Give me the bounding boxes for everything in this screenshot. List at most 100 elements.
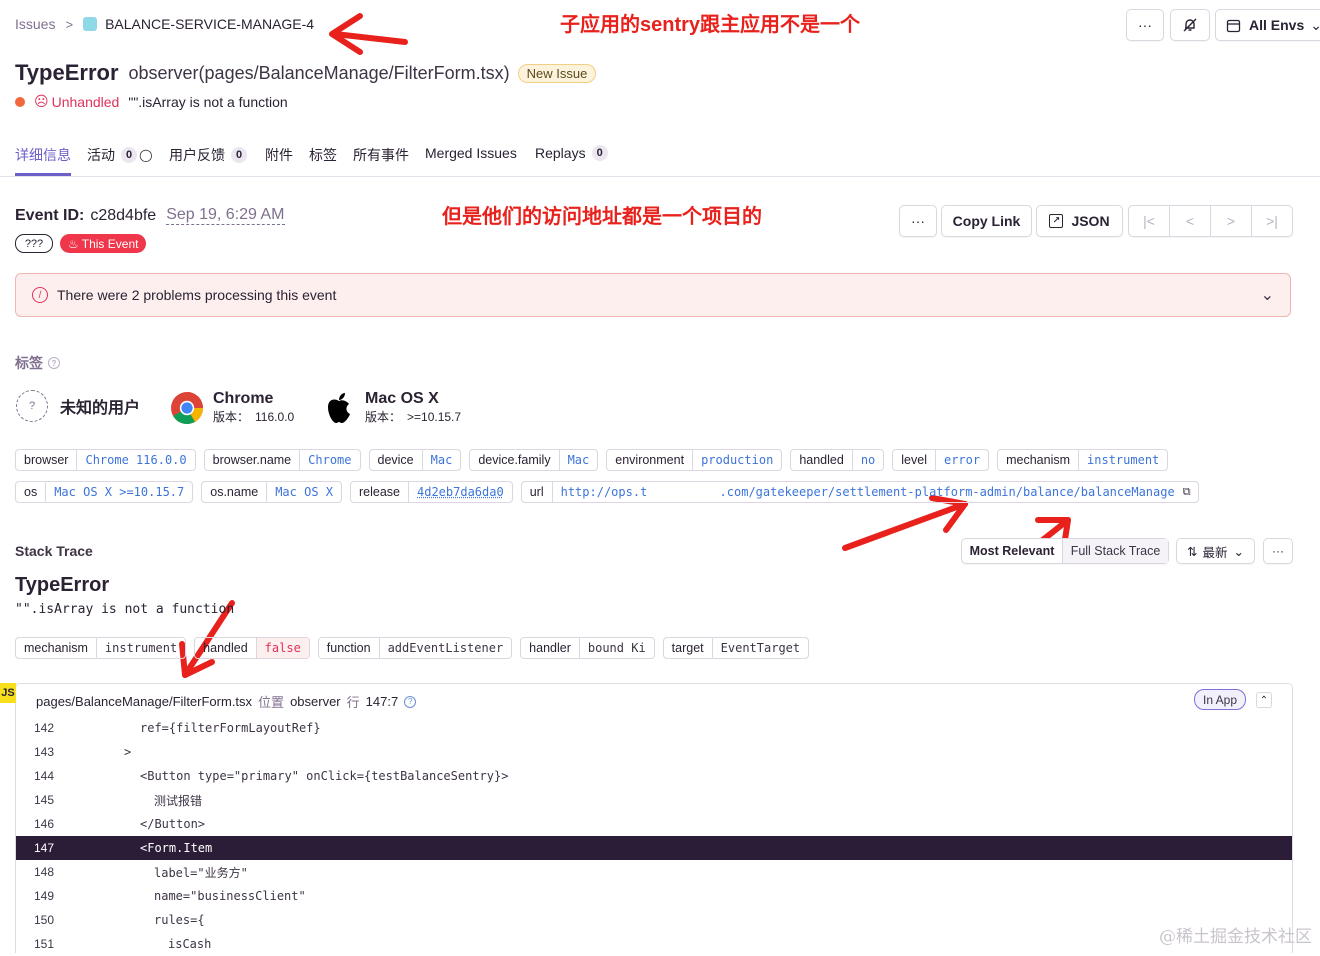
event-id: c28d4bfe	[90, 206, 157, 224]
json-button[interactable]: ↗ JSON	[1036, 205, 1123, 237]
code-line: 143 >	[34, 745, 132, 759]
issue-type: TypeError	[15, 60, 119, 85]
tag-handled[interactable]: handled no	[790, 449, 885, 471]
most-relevant-button[interactable]: Most Relevant	[962, 539, 1063, 563]
status-dot-icon	[15, 96, 25, 107]
last-event-button[interactable]: >|	[1252, 206, 1292, 236]
annotation-middle: 但是他们的访问地址都是一个项目的	[442, 206, 762, 228]
user-context: ? 未知的用户	[16, 390, 140, 422]
annotation-top: 子应用的sentry跟主应用不是一个	[560, 14, 861, 36]
browser-version: 116.0.0	[255, 410, 295, 424]
tag-level[interactable]: level error	[892, 449, 990, 471]
code-line: 142 ref={filterFormLayoutRef}	[34, 721, 321, 735]
os-name: Mac OS X	[365, 390, 439, 407]
exception-value: "".isArray is not a function	[15, 602, 235, 617]
tab-attachments[interactable]: 附件	[265, 145, 293, 165]
chevron-down-icon: ⌄	[1310, 16, 1320, 33]
next-event-button[interactable]: >	[1211, 206, 1252, 236]
unhandled-label: Unhandled	[51, 93, 120, 110]
event-id-row: Event ID: c28d4bfe Sep 19, 6:29 AM	[15, 206, 285, 225]
exception-type: TypeError	[15, 574, 110, 596]
tag-release[interactable]: release 4d2eb7da6da0	[350, 481, 513, 503]
code-line: 145 测试报错	[34, 793, 203, 808]
tag-device-family[interactable]: device.family Mac	[469, 449, 599, 471]
feedback-count: 0	[231, 147, 248, 163]
alert-text: There were 2 problems processing this ev…	[57, 287, 337, 303]
mech-tag-handled: handled false	[194, 637, 310, 659]
bell-off-icon	[1183, 18, 1197, 32]
event-more-button[interactable]: ···	[899, 205, 937, 237]
frame-at-label: 位置	[258, 695, 285, 710]
sort-icon: ⇅	[1187, 544, 1198, 559]
tag-row-2: os Mac OS X >=10.15.7 os.name Mac OS X rel…	[15, 481, 1207, 503]
open-external-icon: ↗	[1049, 214, 1064, 228]
code-line: 148 label="业务方"	[34, 865, 248, 880]
environment-select[interactable]: All Envs ⌄	[1215, 9, 1320, 41]
mech-tag-mechanism: mechanism instrument	[15, 637, 187, 659]
apple-icon	[328, 392, 350, 423]
issue-location: observer(pages/BalanceManage/FilterForm.…	[128, 62, 510, 83]
stack-trace-title: Stack Trace	[15, 543, 93, 559]
help-icon[interactable]: ?	[404, 695, 417, 708]
replays-count: 0	[591, 145, 608, 161]
unknown-user-label: 未知的用户	[60, 400, 141, 417]
more-actions-button[interactable]: ···	[1126, 9, 1164, 41]
chevron-down-icon: ⌄	[1233, 544, 1244, 559]
frame-header[interactable]: pages/BalanceManage/FilterForm.tsx 位置 ob…	[36, 692, 417, 711]
issue-meta: ☹ Unhandled "".isArray is not a function	[15, 93, 288, 110]
tag-mechanism[interactable]: mechanism instrument	[997, 449, 1169, 471]
tag-device[interactable]: device Mac	[368, 449, 462, 471]
tab-activity[interactable]: 活动 0 ◯	[87, 145, 153, 165]
full-stack-trace-button[interactable]: Full Stack Trace	[1063, 539, 1168, 563]
tag-url[interactable]: url http://ops.t .com/gatekeeper/settleme…	[520, 481, 1199, 503]
browser-context: Chrome 版本： 116.0.0	[170, 390, 294, 425]
environment-label: All Envs	[1249, 17, 1305, 33]
stack-more-button[interactable]: ···	[1263, 538, 1293, 564]
processing-errors-alert[interactable]: / There were 2 problems processing this …	[15, 273, 1291, 317]
collapse-frame-button[interactable]: ⌃	[1256, 692, 1272, 708]
mechanism-tags: mechanism instrument handled false functio…	[15, 637, 817, 659]
code-line: 149 name="businessClient"	[34, 889, 306, 903]
browser-version-label: 版本：	[213, 410, 250, 424]
open-external-icon[interactable]: ⧉	[1183, 482, 1198, 502]
error-icon: /	[32, 287, 48, 303]
frame-line-label: 行	[346, 695, 360, 710]
copy-link-button[interactable]: Copy Link	[941, 205, 1032, 237]
tab-merged-issues[interactable]: Merged Issues	[425, 145, 517, 161]
os-version-label: 版本：	[365, 410, 402, 424]
stack-view-toggle: Most Relevant Full Stack Trace	[961, 538, 1169, 564]
event-date[interactable]: Sep 19, 6:29 AM	[166, 206, 285, 225]
tag-os-name[interactable]: os.name Mac OS X	[201, 481, 342, 503]
tag-os[interactable]: os Mac OS X >=10.15.7	[15, 481, 194, 503]
tabs-divider	[0, 176, 1320, 177]
os-version: >=10.15.7	[407, 410, 462, 424]
watermark: @稀土掘金技术社区	[1159, 927, 1312, 947]
tab-replays[interactable]: Replays 0	[535, 145, 608, 161]
tag-environment[interactable]: environment production	[606, 449, 783, 471]
mech-tag-handler: handler bound Ki	[520, 637, 655, 659]
activity-count: 0	[121, 147, 138, 163]
calendar-icon	[1226, 19, 1241, 32]
mech-tag-target: target EventTarget	[662, 637, 810, 659]
frame-line: 147:7	[365, 694, 399, 709]
in-app-badge: In App	[1194, 689, 1247, 710]
frame-function: observer	[290, 694, 341, 709]
code-line: 146 </Button>	[34, 817, 206, 831]
os-context: Mac OS X 版本： >=10.15.7	[324, 390, 461, 425]
unhandled-icon: ☹	[34, 93, 49, 109]
help-icon[interactable]: ?	[48, 357, 60, 369]
mute-button[interactable]	[1170, 9, 1210, 41]
js-platform-icon: JS	[0, 683, 16, 703]
tab-user-feedback[interactable]: 用户反馈 0	[169, 145, 248, 165]
tag-browser-name[interactable]: browser.name Chrome	[203, 449, 361, 471]
event-pill: ???	[15, 234, 53, 253]
tab-all-events[interactable]: 所有事件	[353, 145, 409, 165]
sort-order-button[interactable]: ⇅ 最新 ⌄	[1176, 538, 1255, 564]
highlighted-code-line: 147 <Form.Item	[16, 836, 1292, 860]
tab-tags[interactable]: 标签	[309, 145, 337, 165]
tag-browser[interactable]: browser Chrome 116.0.0	[15, 449, 196, 471]
code-line: 144 <Button type="primary" onClick={testB…	[34, 769, 509, 783]
previous-event-button[interactable]: <	[1170, 206, 1211, 236]
first-event-button[interactable]: |<	[1129, 206, 1170, 236]
tab-details[interactable]: 详细信息	[15, 145, 71, 165]
